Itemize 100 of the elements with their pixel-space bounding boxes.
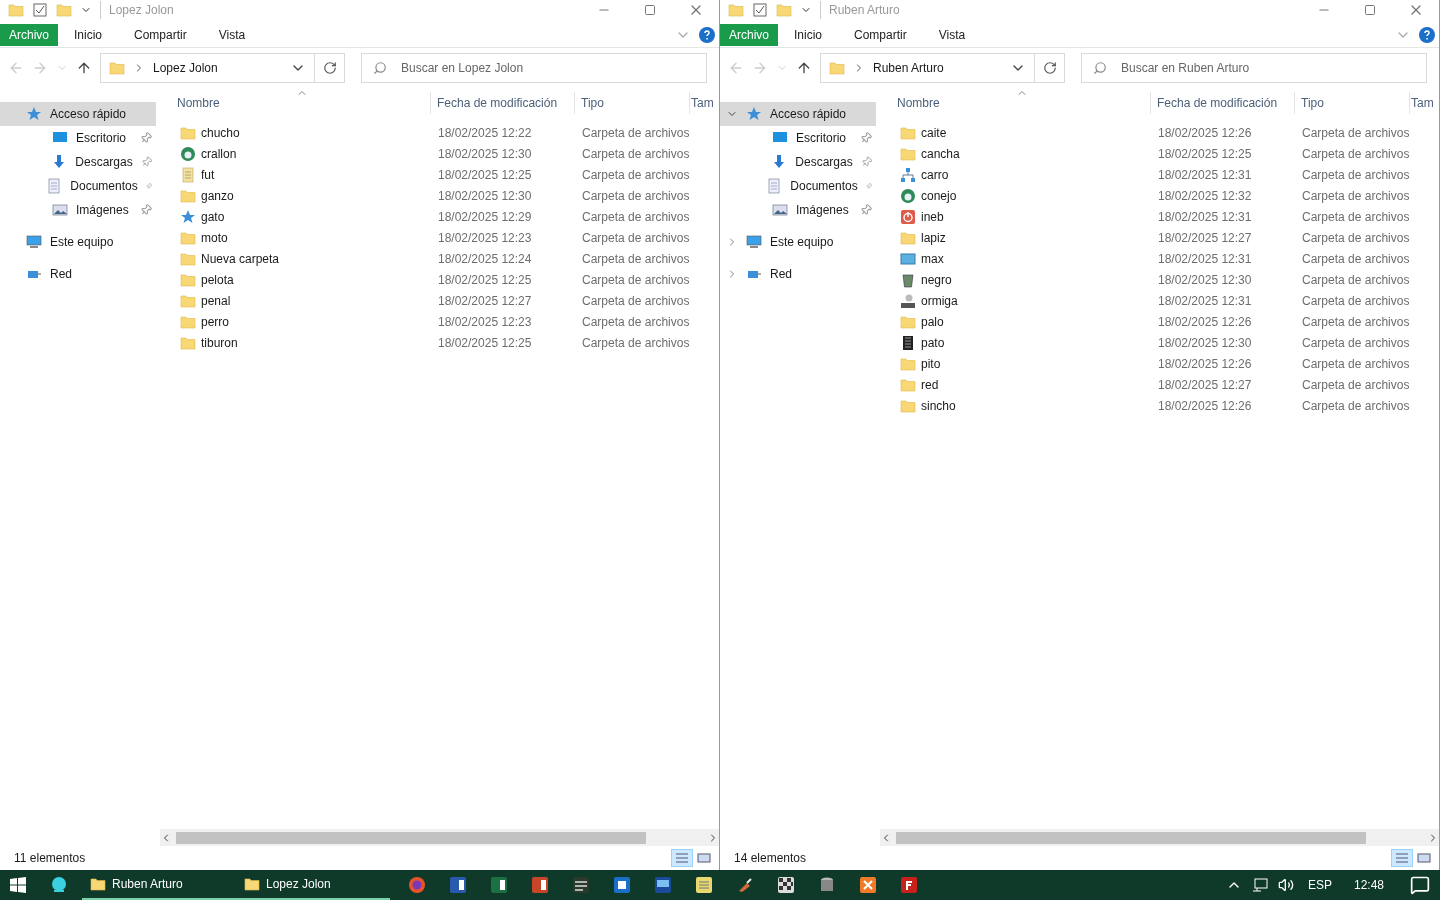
file-name-cell[interactable]: penal	[160, 291, 431, 310]
file-name-cell[interactable]: Nueva carpeta	[160, 249, 431, 268]
folder-icon	[180, 229, 196, 246]
tool-icon[interactable]	[572, 876, 590, 894]
file-name-cell[interactable]: pato	[880, 333, 1151, 352]
file-name-cell[interactable]: ormiga	[880, 291, 1151, 310]
file-name-cell[interactable]: ineb	[880, 207, 1151, 226]
file-name-cell[interactable]: palo	[880, 312, 1151, 331]
taskbar-window-button[interactable]: Ruben Arturo	[82, 870, 236, 900]
nav-item[interactable]: Descargas	[720, 150, 876, 174]
notepad-icon[interactable]	[695, 876, 713, 894]
file-name-cell[interactable]: moto	[160, 228, 431, 247]
search-field[interactable]: Buscar en Lopez Jolon	[361, 53, 707, 83]
file-name-cell[interactable]: pito	[880, 354, 1151, 373]
file-name-cell[interactable]: cancha	[880, 144, 1151, 163]
file-name-cell[interactable]: ganzo	[160, 186, 431, 205]
nav-item[interactable]: Imágenes	[0, 198, 156, 222]
properties-icon[interactable]	[752, 2, 768, 18]
address-bar[interactable]: Ruben Arturo	[820, 53, 1065, 83]
nav-item[interactable]: Red	[0, 262, 156, 286]
language-indicator[interactable]: ESP	[1303, 876, 1336, 894]
file-name: carro	[921, 166, 949, 184]
start-icon[interactable]	[10, 877, 26, 893]
app-icon[interactable]	[859, 876, 877, 894]
file-name-cell[interactable]: caite	[880, 123, 1151, 142]
nav-item[interactable]: Descargas	[0, 150, 156, 174]
spreadsheet-icon[interactable]	[490, 876, 508, 894]
horizontal-scrollbar-thumb[interactable]	[896, 832, 1366, 844]
date-cell-text: 18/02/2025 12:23	[437, 229, 533, 247]
ribbon-tab[interactable]: Inicio	[778, 23, 839, 46]
horizontal-scrollbar-thumb[interactable]	[176, 832, 646, 844]
ribbon-tab[interactable]: Vista	[202, 23, 262, 46]
database-icon[interactable]	[818, 876, 836, 894]
file-tab[interactable]: Archivo	[720, 23, 778, 46]
checkered-icon[interactable]	[777, 876, 795, 894]
browser-icon[interactable]	[408, 876, 426, 894]
taskbar-window-button[interactable]: Lopez Jolon	[236, 870, 390, 900]
file-name-cell[interactable]: conejo	[880, 186, 1151, 205]
search-field[interactable]: Buscar en Ruben Arturo	[1081, 53, 1427, 83]
help-icon[interactable]	[1419, 26, 1435, 43]
monitor-icon[interactable]	[654, 876, 672, 894]
nav-item[interactable]: Red	[720, 262, 876, 286]
column-header[interactable]: Fecha de modificación	[1151, 92, 1295, 114]
nav-item[interactable]: Este equipo	[720, 230, 876, 254]
presentation-icon[interactable]	[531, 876, 549, 894]
help-icon[interactable]	[699, 26, 715, 43]
folder-icon	[900, 397, 916, 414]
column-header[interactable]: Tipo	[1295, 92, 1410, 114]
refresh-icon[interactable]	[322, 61, 337, 75]
column-header[interactable]: Tam	[1410, 92, 1434, 114]
ribbon-tab[interactable]: Compartir	[118, 23, 203, 46]
mail-icon[interactable]	[613, 876, 631, 894]
type-cell-text: Carpeta de archivos	[581, 229, 690, 247]
up-arrow-icon[interactable]	[796, 60, 812, 76]
file-name-cell[interactable]: max	[880, 249, 1151, 268]
column-header[interactable]: Fecha de modificación	[431, 92, 575, 114]
nav-item[interactable]: Documentos	[720, 174, 876, 198]
file-name-cell[interactable]: crallon	[160, 144, 431, 163]
nav-item[interactable]: Acceso rápido	[0, 102, 156, 126]
ribbon-tab[interactable]: Vista	[922, 23, 982, 46]
column-header[interactable]: Tipo	[575, 92, 690, 114]
file-name-cell[interactable]: fut	[160, 165, 431, 184]
file-name-cell[interactable]: negro	[880, 270, 1151, 289]
nav-item[interactable]: Escritorio	[720, 126, 876, 150]
maximize-icon[interactable]	[644, 4, 656, 16]
column-header[interactable]: Nombre	[160, 92, 431, 114]
file-name-cell[interactable]: red	[880, 375, 1151, 394]
column-header[interactable]: Nombre	[880, 92, 1151, 114]
date-cell-text: 18/02/2025 12:25	[1157, 145, 1253, 163]
ribbon-tab[interactable]: Compartir	[838, 23, 923, 46]
file-name-cell[interactable]: perro	[160, 312, 431, 331]
address-bar[interactable]: Lopez Jolon	[100, 53, 345, 83]
ribbon-tab[interactable]: Inicio	[58, 23, 119, 46]
file-name-cell[interactable]: chucho	[160, 123, 431, 142]
file-name-cell[interactable]: gato	[160, 207, 431, 226]
file-tab[interactable]: Archivo	[0, 23, 58, 46]
app-icon[interactable]	[50, 876, 68, 894]
file-name-cell[interactable]: carro	[880, 165, 1151, 184]
pictures-icon	[52, 202, 68, 218]
refresh-icon[interactable]	[1042, 61, 1057, 75]
maximize-icon[interactable]	[1364, 4, 1376, 16]
app-icon[interactable]	[900, 876, 918, 894]
file-name-cell[interactable]: tiburon	[160, 333, 431, 352]
nav-item[interactable]: Documentos	[0, 174, 156, 198]
file-name-cell[interactable]: lapiz	[880, 228, 1151, 247]
network-icon[interactable]	[1251, 877, 1268, 893]
nav-item[interactable]: Este equipo	[0, 230, 156, 254]
file-name-cell[interactable]: sincho	[880, 396, 1151, 415]
status-text: 14 elementos	[734, 850, 807, 867]
word-processor-icon[interactable]	[449, 876, 467, 894]
nav-item[interactable]: Acceso rápido	[720, 102, 876, 126]
volume-icon[interactable]	[1277, 877, 1294, 893]
file-name-cell[interactable]: pelota	[160, 270, 431, 289]
notifications-icon[interactable]	[1410, 875, 1430, 895]
nav-item[interactable]: Escritorio	[0, 126, 156, 150]
clock[interactable]: 12:48	[1345, 876, 1392, 894]
column-header[interactable]: Tam	[690, 92, 714, 114]
nav-item[interactable]: Imágenes	[720, 198, 876, 222]
properties-icon[interactable]	[32, 2, 48, 18]
document-icon	[180, 166, 196, 183]
